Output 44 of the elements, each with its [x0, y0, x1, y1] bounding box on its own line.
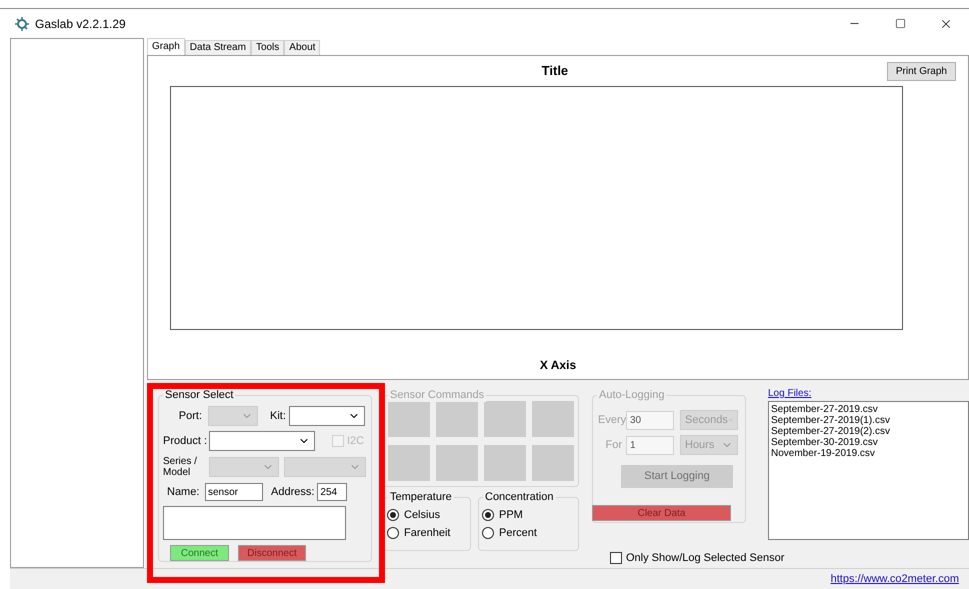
i2c-label: I2C [347, 434, 364, 449]
log-file-item[interactable]: September-27-2019(2).csv [771, 426, 966, 437]
radio-label: Celsius [404, 508, 440, 523]
group-title: Auto-Logging [597, 388, 666, 402]
kit-label: Kit: [270, 408, 286, 424]
connect-button[interactable]: Connect [170, 545, 229, 561]
series-model-label: Series / Model [163, 456, 198, 478]
name-field[interactable]: sensor [205, 483, 263, 501]
x-axis-label: X Axis [540, 357, 576, 374]
radio-button[interactable] [482, 527, 494, 539]
radio-button[interactable] [387, 509, 399, 521]
website-link[interactable]: https://www.co2meter.com [830, 570, 959, 588]
log-file-item[interactable]: September-27-2019(1).csv [771, 415, 966, 426]
address-label: Address: [271, 484, 314, 500]
maximize-icon [894, 18, 906, 29]
tab[interactable]: About [284, 40, 320, 55]
app-logo-icon [14, 16, 30, 32]
product-label: Product : [163, 434, 208, 449]
checkbox[interactable] [610, 552, 622, 564]
radio-button[interactable] [387, 527, 399, 539]
dropdown[interactable] [288, 406, 365, 426]
print-graph-button[interactable]: Print Graph [886, 62, 956, 80]
tab[interactable]: Tools [250, 40, 284, 55]
radio-label: Farenheit [404, 526, 450, 541]
port-label: Port: [178, 408, 203, 424]
radio-label: PPM [499, 508, 523, 523]
log-file-item[interactable]: September-27-2019.csv [771, 404, 966, 415]
graph-title: Title [540, 62, 570, 80]
address-field[interactable]: 254 [317, 483, 348, 501]
checkbox-label: Only Show/Log Selected Sensor [626, 551, 784, 566]
name-label: Name: [166, 484, 200, 500]
interval-label: Every [598, 412, 626, 428]
dropdown[interactable] [209, 431, 315, 451]
log-file-item[interactable]: September-30-2019.csv [771, 437, 966, 448]
log-file-item[interactable]: November-19-2019.csv [771, 448, 966, 459]
window-title: Gaslab v2.2.1.29 [35, 16, 126, 32]
interval-label: For [604, 438, 623, 453]
group-title: Sensor Commands [388, 388, 486, 402]
group-title: Temperature [388, 490, 454, 504]
tab[interactable]: Data Stream [184, 40, 251, 55]
log-files-link[interactable]: Log Files: [768, 386, 969, 401]
radio-label: Percent [499, 526, 537, 541]
radio-button[interactable] [482, 509, 494, 521]
tab[interactable]: Graph [147, 38, 185, 55]
